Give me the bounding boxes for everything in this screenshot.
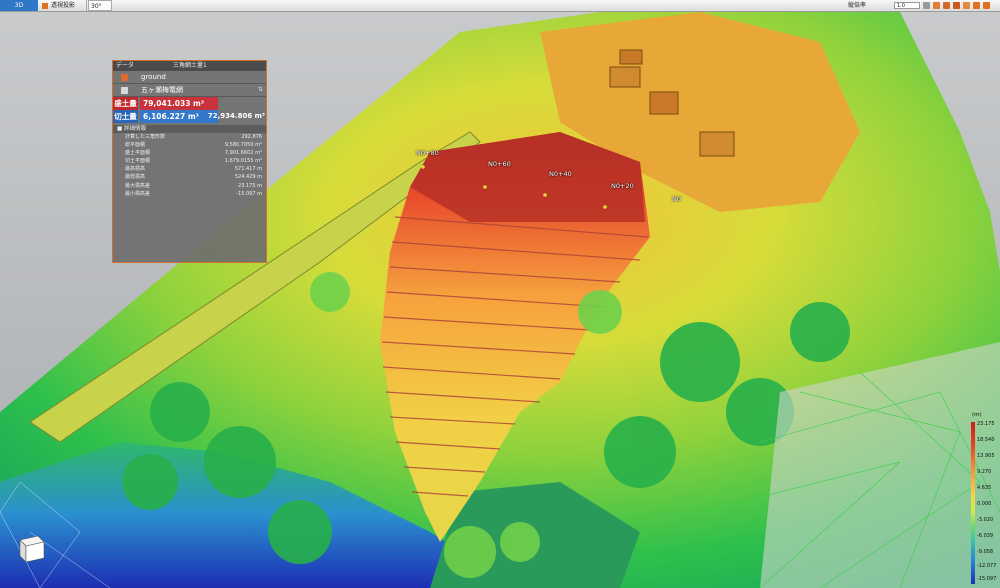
stat-key: 盛土平面積 xyxy=(125,150,151,157)
stat-value: -15.097 m xyxy=(236,190,262,197)
collapse-icon: ■ xyxy=(117,126,124,132)
stat-value: 1,679.0155 m² xyxy=(224,158,262,165)
legend-tick: -15.097 xyxy=(977,576,997,582)
legend-tick: 9.270 xyxy=(977,469,992,475)
navigation-cube-icon[interactable] xyxy=(10,528,50,568)
layer-row[interactable]: ground xyxy=(113,71,266,84)
rotate-icon[interactable] xyxy=(943,2,950,9)
stat-value: 571.417 m xyxy=(234,166,262,173)
legend-tick: 4.635 xyxy=(977,485,992,491)
legend-tick: -6.039 xyxy=(977,533,994,539)
swap-icon[interactable]: ⇅ xyxy=(258,84,263,96)
spinner-icon[interactable] xyxy=(923,2,930,9)
stat-value: 292,876 xyxy=(241,134,262,140)
stat-row: 最小標高差 -15.097 m xyxy=(113,190,266,198)
projection-label: 透視投影 xyxy=(51,2,76,9)
stat-key: 最小標高差 xyxy=(125,190,151,197)
stat-value: 524.429 m xyxy=(234,174,262,181)
angle-value: 30° xyxy=(91,3,102,10)
settings-icon[interactable] xyxy=(983,2,990,9)
projection-button[interactable]: 透視投影 xyxy=(40,0,87,11)
pan-icon[interactable] xyxy=(953,2,960,9)
cut-label: 切土量 xyxy=(113,110,138,123)
legend-tick: 13.905 xyxy=(977,453,995,459)
details-title: 詳細情報 xyxy=(123,126,146,132)
stat-row: 総平面積 9,580.7050 m² xyxy=(113,141,266,149)
legend-tick: 0.000 xyxy=(977,501,992,507)
panel-title: 三角網土量1 xyxy=(173,62,207,69)
stat-key: 最大標高差 xyxy=(125,182,151,189)
fit-icon[interactable] xyxy=(973,2,980,9)
legend-tick: 18.540 xyxy=(977,437,995,443)
fill-volume-row: 盛土量 79,041.033 m³ xyxy=(113,97,266,110)
stat-value: 23.175 m xyxy=(238,182,262,189)
stat-key: 最高標高 xyxy=(125,166,146,173)
layer-row[interactable]: 五ヶ瀬梅篭網 ⇅ xyxy=(113,84,266,97)
fill-value: 79,041.033 m³ xyxy=(140,97,218,110)
stat-row: 切土平面積 1,679.0155 m² xyxy=(113,157,266,165)
stat-value: 9,580.7050 m² xyxy=(224,142,262,149)
station-label: N0+20 xyxy=(611,182,634,190)
3d-view-button[interactable]: 3D xyxy=(0,0,38,11)
panel-header-label: データ xyxy=(116,62,135,69)
legend-color-bar xyxy=(971,422,975,584)
station-label: N0+60 xyxy=(488,160,511,168)
station-label: N0+80 xyxy=(416,149,439,157)
home-icon[interactable] xyxy=(933,2,940,9)
stat-value: 7,901.6602 m² xyxy=(224,150,262,157)
volume-data-panel: データ 三角網土量1 ground 五ヶ瀬梅篭網 ⇅ 盛土量 79,041.03… xyxy=(112,60,267,263)
zoom-icon[interactable] xyxy=(963,2,970,9)
angle-field[interactable]: 30° xyxy=(88,0,112,11)
vertical-exaggeration-label: 縦倍率 xyxy=(848,2,867,9)
layer-name: 五ヶ瀬梅篭網 xyxy=(141,86,183,94)
legend-tick: -3.020 xyxy=(977,517,994,523)
total-volume: 72,934.806 m³ xyxy=(207,112,265,120)
toolbar-right: 縦倍率 1.0 xyxy=(800,0,1000,11)
legend-tick: -9.058 xyxy=(977,549,994,555)
top-toolbar: 3D 透視投影 30° 縦倍率 1.0 xyxy=(0,0,1000,12)
stat-key: 切土平面積 xyxy=(125,158,151,165)
stat-key: 計算した三角形数 xyxy=(125,134,166,140)
vertical-exaggeration-input[interactable]: 1.0 xyxy=(894,2,920,9)
legend-unit: (m) xyxy=(972,412,982,418)
cut-volume-row: 切土量 6,106.227 m³ 72,934.806 m³ xyxy=(113,110,266,123)
stat-row: 計算した三角形数 292,876 xyxy=(113,133,266,141)
elevation-legend: (m) 23.175 18.540 13.905 9.270 4.635 0.0… xyxy=(960,412,1000,588)
layer-name: ground xyxy=(141,73,166,81)
station-label: N0 xyxy=(672,195,681,203)
panel-header: データ 三角網土量1 xyxy=(113,61,266,71)
legend-tick: 23.175 xyxy=(977,421,995,427)
layer-icon xyxy=(121,87,128,94)
stat-row: 最低標高 524.429 m xyxy=(113,173,266,181)
fill-label: 盛土量 xyxy=(113,97,138,110)
stat-key: 総平面積 xyxy=(125,142,146,149)
stat-row: 盛土平面積 7,901.6602 m² xyxy=(113,149,266,157)
stat-key: 最低標高 xyxy=(125,174,146,181)
stat-row: 最高標高 571.417 m xyxy=(113,165,266,173)
details-section-header[interactable]: ■ 詳細情報 xyxy=(113,125,266,133)
stat-row: 最大標高差 23.175 m xyxy=(113,182,266,190)
legend-tick: -12.077 xyxy=(977,563,997,569)
perspective-icon xyxy=(42,2,48,9)
station-label: N0+40 xyxy=(549,170,572,178)
layer-icon xyxy=(121,74,128,81)
